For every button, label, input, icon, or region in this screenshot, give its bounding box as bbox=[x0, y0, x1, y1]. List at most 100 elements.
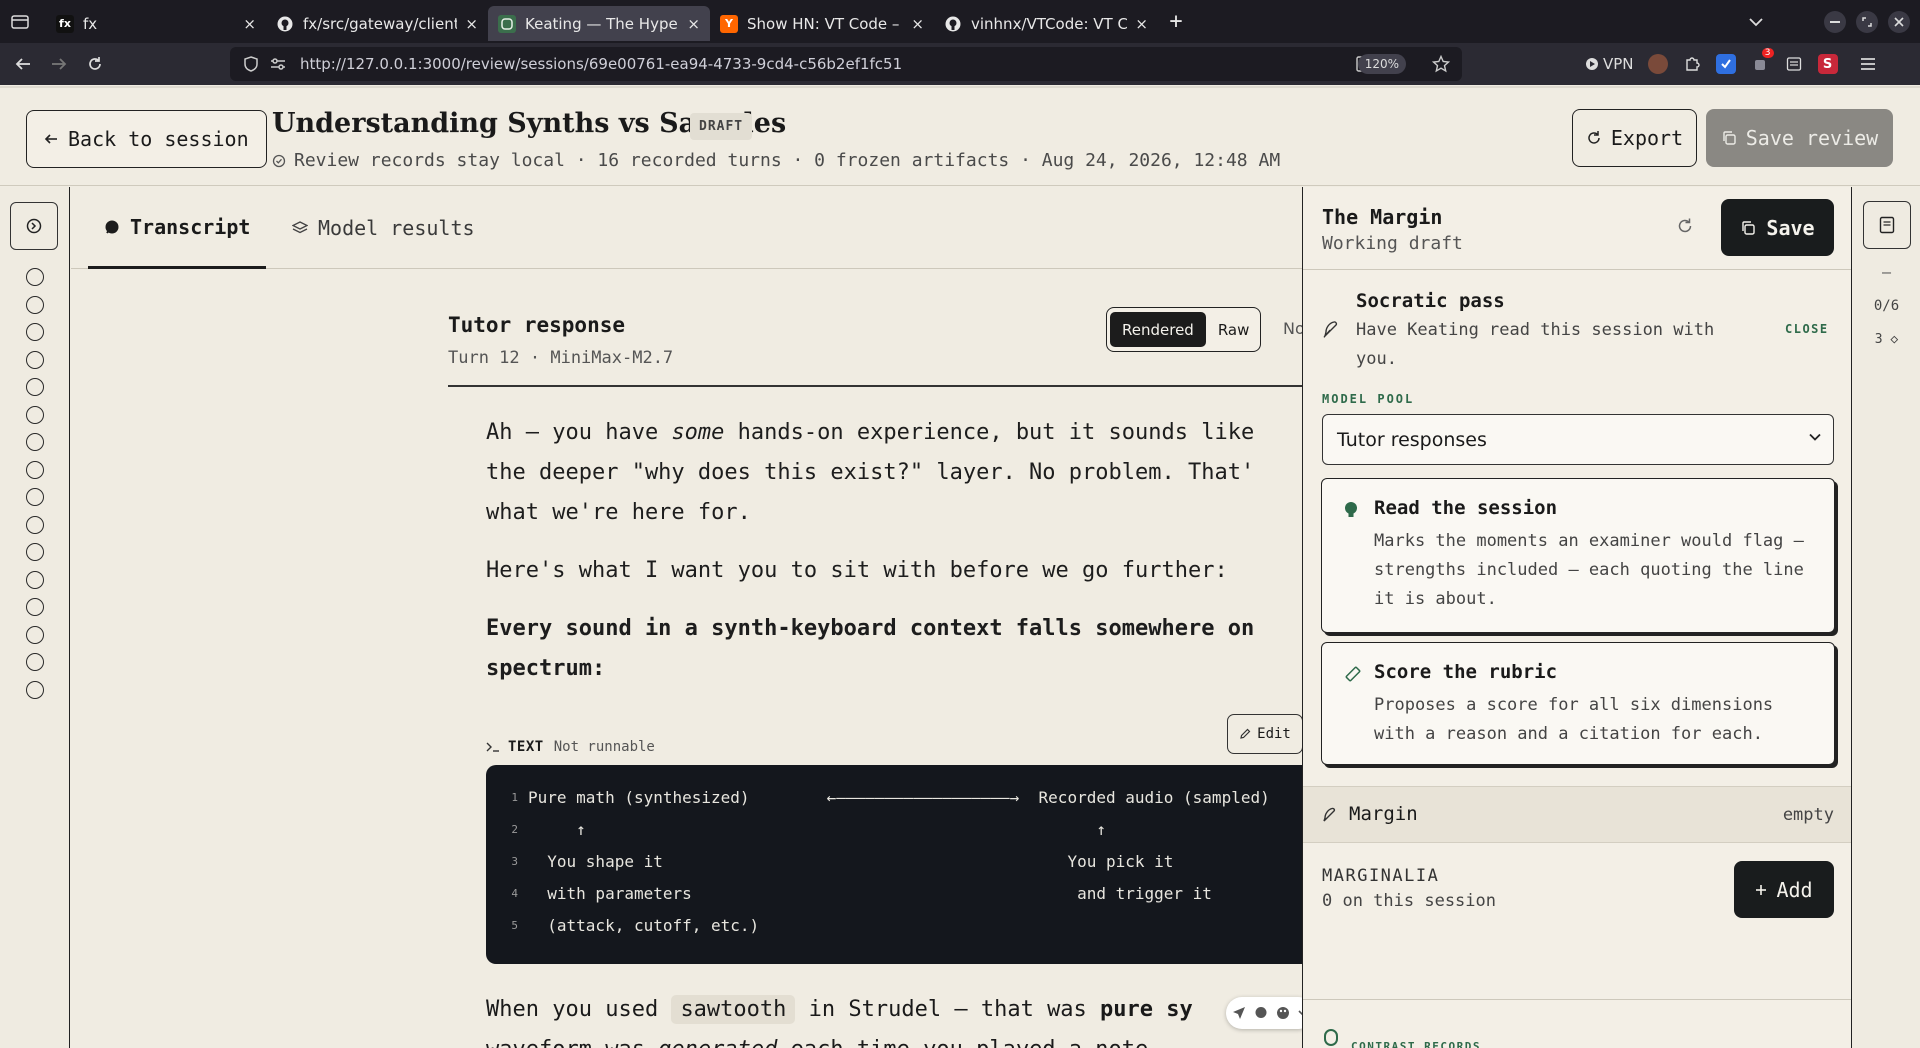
draft-badge: DRAFT bbox=[690, 113, 753, 140]
right-rail: – 0/6 3 ◇ bbox=[1851, 187, 1920, 1048]
render-mode-toggle: Rendered Raw bbox=[1106, 307, 1261, 352]
zoom-level[interactable]: 120% bbox=[1357, 54, 1406, 74]
tab-close-icon[interactable]: × bbox=[243, 15, 256, 33]
sidebar-extension-icon[interactable] bbox=[1784, 54, 1804, 74]
shield-icon[interactable] bbox=[244, 56, 258, 72]
browser-tab-keating[interactable]: Keating — The Hypertext × bbox=[488, 6, 710, 41]
tab-transcript-label: Transcript bbox=[130, 214, 251, 239]
tab-overflow-chevron-icon[interactable] bbox=[1748, 17, 1764, 27]
save-review-label: Save review bbox=[1745, 126, 1879, 150]
diamond-icon: ◇ bbox=[1890, 332, 1899, 347]
session-meta: Review records stay local · 16 recorded … bbox=[272, 150, 1280, 171]
github-icon bbox=[944, 15, 962, 33]
paragraph: Here's what I want you to sit with befor… bbox=[486, 558, 1228, 583]
bookmark-star-icon[interactable] bbox=[1432, 55, 1450, 73]
turn-dot[interactable] bbox=[26, 515, 44, 534]
turn-dot[interactable] bbox=[26, 350, 44, 369]
read-session-card[interactable]: Read the session Marks the moments an ex… bbox=[1321, 478, 1835, 633]
bold-text: spectrum: bbox=[486, 656, 606, 681]
bitwarden-extension-icon[interactable] bbox=[1715, 54, 1736, 74]
comment-icon[interactable] bbox=[1254, 1006, 1268, 1020]
puzzle-extension-icon[interactable] bbox=[1682, 54, 1702, 74]
text-span: in Strudel — that was bbox=[795, 997, 1101, 1022]
jump-to-turn-button[interactable] bbox=[10, 202, 58, 250]
score-rubric-card[interactable]: Score the rubric Proposes a score for al… bbox=[1321, 642, 1835, 765]
divider bbox=[1303, 269, 1851, 270]
tab-list-icon[interactable] bbox=[0, 0, 40, 43]
avatar-extension-icon[interactable] bbox=[1647, 54, 1668, 74]
toggle-rendered[interactable]: Rendered bbox=[1110, 312, 1206, 347]
tab-model-results[interactable]: Model results bbox=[276, 187, 491, 269]
turn-dot[interactable] bbox=[26, 543, 44, 561]
turn-dot[interactable] bbox=[26, 433, 44, 451]
margin-save-button[interactable]: Save bbox=[1721, 199, 1834, 256]
lightbulb-icon bbox=[1344, 501, 1358, 521]
turn-dot[interactable] bbox=[26, 653, 44, 671]
url-bar[interactable]: http://127.0.0.1:3000/review/sessions/69… bbox=[230, 47, 1462, 81]
minimize-icon[interactable] bbox=[1824, 10, 1846, 33]
notification-extension-icon[interactable]: 3 bbox=[1750, 48, 1774, 74]
save-review-button[interactable]: Save review bbox=[1706, 109, 1893, 167]
refresh-icon[interactable] bbox=[1676, 217, 1694, 235]
tab-close-icon[interactable]: × bbox=[911, 15, 924, 33]
contrast-records-label: CONTRAST RECORDS bbox=[1351, 1040, 1481, 1048]
code-language: TEXT bbox=[508, 739, 544, 755]
text-span: hands-on experience, but it sounds like bbox=[724, 420, 1255, 445]
line-number: 4 bbox=[511, 886, 518, 900]
turn-dot[interactable] bbox=[26, 405, 44, 424]
tab-transcript[interactable]: Transcript bbox=[88, 187, 267, 269]
panel-toggle-button[interactable] bbox=[1863, 201, 1911, 249]
browser-nav-bar: http://127.0.0.1:3000/review/sessions/69… bbox=[0, 43, 1920, 85]
margin-section-state: empty bbox=[1782, 805, 1834, 825]
turn-dot[interactable] bbox=[26, 295, 44, 314]
turn-dot[interactable] bbox=[26, 625, 44, 644]
turn-dot[interactable] bbox=[26, 378, 44, 396]
forward-arrow-icon[interactable] bbox=[44, 49, 74, 79]
turn-dot[interactable] bbox=[26, 680, 44, 699]
paragraph: Every sound in a synth-keyboard context … bbox=[486, 609, 1302, 689]
emphasis: generated bbox=[658, 1037, 777, 1048]
palette-icon[interactable] bbox=[1276, 1006, 1290, 1020]
code-text: ↑ ↑ bbox=[528, 819, 1106, 839]
close-window-icon[interactable] bbox=[1888, 10, 1910, 33]
turn-dot[interactable] bbox=[26, 460, 44, 479]
edit-code-button[interactable]: Edit bbox=[1227, 714, 1302, 754]
reload-icon[interactable] bbox=[80, 49, 110, 79]
s-extension-icon[interactable]: S bbox=[1817, 54, 1838, 74]
back-arrow-icon[interactable] bbox=[8, 49, 38, 79]
margin-section-header[interactable]: Margin empty bbox=[1303, 786, 1851, 843]
hamburger-menu-icon[interactable] bbox=[1858, 54, 1878, 74]
turn-dot[interactable] bbox=[26, 323, 44, 341]
tab-close-icon[interactable]: × bbox=[465, 15, 478, 33]
turn-dot[interactable] bbox=[26, 598, 44, 616]
turn-dot[interactable] bbox=[26, 268, 44, 286]
chat-bubble-icon bbox=[104, 219, 120, 235]
socratic-close-button[interactable]: CLOSE bbox=[1785, 322, 1829, 336]
count-value: 3 bbox=[1874, 332, 1883, 347]
browser-tab-github-vtcode[interactable]: vinhnx/VTCode: VT Code × bbox=[934, 6, 1158, 41]
extensions-bar: VPN 3 S bbox=[1585, 43, 1878, 85]
site-info-icon[interactable] bbox=[270, 57, 286, 71]
vpn-extension[interactable]: VPN bbox=[1585, 55, 1634, 73]
send-icon[interactable] bbox=[1232, 1006, 1246, 1020]
toggle-raw[interactable]: Raw bbox=[1210, 312, 1258, 347]
tab-close-icon[interactable]: × bbox=[1135, 15, 1148, 33]
notes-toggle-cut[interactable]: No bbox=[1283, 319, 1302, 338]
export-button[interactable]: Export bbox=[1572, 109, 1697, 167]
maximize-icon[interactable] bbox=[1856, 10, 1878, 33]
browser-tab-hn[interactable]: Y Show HN: VT Code – Rust × bbox=[710, 6, 934, 41]
window-controls bbox=[1748, 0, 1910, 43]
back-to-session-button[interactable]: Back to session bbox=[26, 110, 267, 168]
add-marginalia-button[interactable]: Add bbox=[1734, 861, 1834, 918]
tab-close-icon[interactable]: × bbox=[687, 15, 700, 33]
model-pool-select[interactable]: Tutor responses bbox=[1322, 414, 1834, 465]
copy-icon bbox=[1740, 220, 1756, 236]
card-description: Marks the moments an examiner would flag… bbox=[1374, 531, 1804, 609]
turn-dot[interactable] bbox=[26, 570, 44, 589]
emphasis: some bbox=[671, 420, 725, 445]
browser-tab-github-client[interactable]: fx/src/gateway/client.zig × bbox=[266, 6, 488, 41]
new-tab-button[interactable]: + bbox=[1158, 0, 1194, 43]
turn-dot[interactable] bbox=[26, 488, 44, 506]
browser-tab-fx[interactable]: fx fx × bbox=[46, 6, 266, 41]
tab-title: Show HN: VT Code – Rust bbox=[747, 14, 903, 33]
